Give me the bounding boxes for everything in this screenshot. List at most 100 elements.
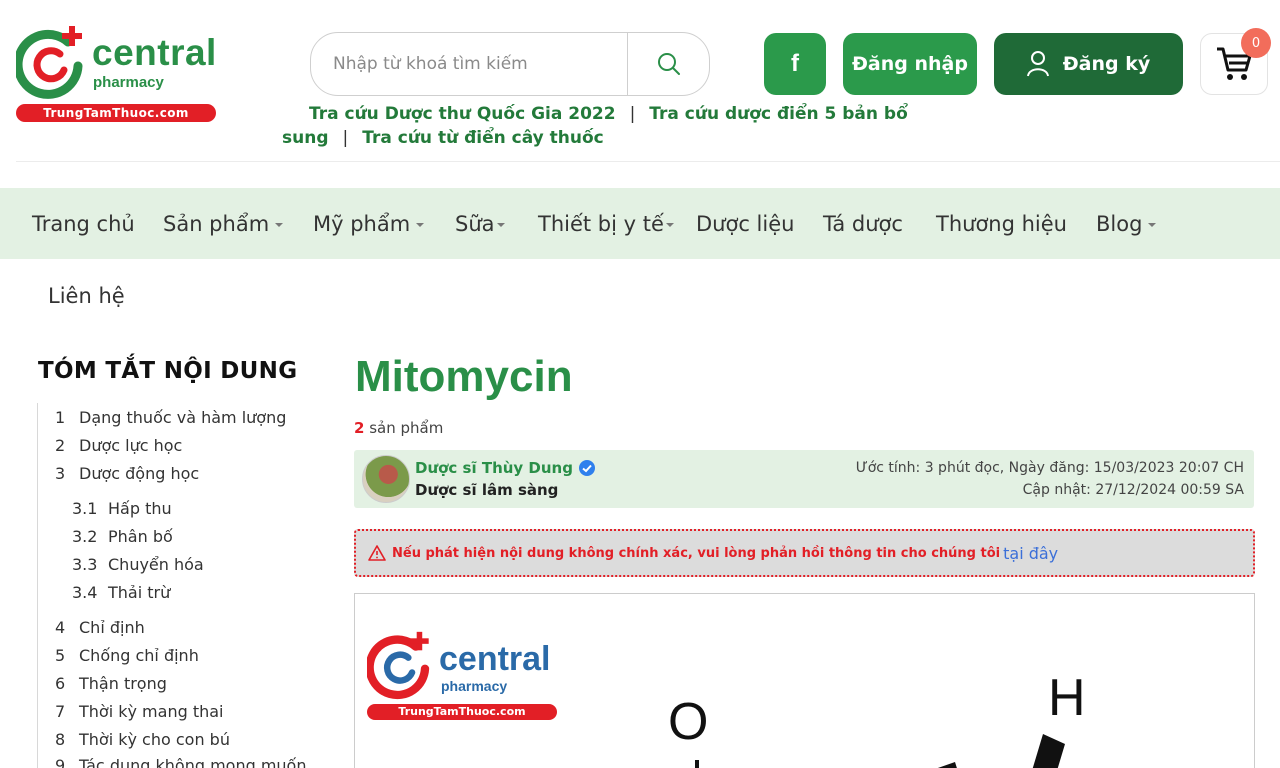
register-button[interactable]: Đăng ký bbox=[994, 33, 1183, 95]
site-logo[interactable]: central pharmacy TrungTamThuoc.com bbox=[16, 24, 216, 122]
search-icon bbox=[657, 53, 680, 75]
quick-link-separator: | bbox=[629, 104, 636, 124]
main-nav: Trang chủ Sản phẩm Mỹ phẩm Sữa Thiết bị … bbox=[0, 188, 1280, 259]
login-button[interactable]: Đăng nhập bbox=[843, 33, 977, 95]
nav-item-excipients[interactable]: Tá dược bbox=[823, 188, 903, 259]
toc-number: 3 bbox=[55, 464, 66, 483]
toc-number: 3.4 bbox=[72, 583, 98, 602]
author-role: Dược sĩ lâm sàng bbox=[415, 481, 559, 499]
read-info: Ước tính: 3 phút đọc, Ngày đăng: 15/03/2… bbox=[855, 460, 1244, 476]
toc-item[interactable]: 1 Dạng thuốc và hàm lượng bbox=[55, 408, 286, 427]
search-button[interactable] bbox=[627, 33, 709, 95]
toc-item[interactable]: 3 Dược động học bbox=[55, 464, 199, 483]
nav-item-blog[interactable]: Blog bbox=[1096, 188, 1157, 259]
toc-number: 9 bbox=[55, 756, 66, 768]
updated-date: Cập nhật: 27/12/2024 00:59 SA bbox=[1022, 482, 1244, 498]
warning-icon bbox=[368, 545, 386, 561]
nav-item-herbs[interactable]: Dược liệu bbox=[696, 188, 794, 259]
toc-number: 1 bbox=[55, 408, 66, 427]
toc-label: Thời kỳ cho con bú bbox=[79, 730, 230, 749]
toc-subitem[interactable]: 3.2 Phân bố bbox=[72, 527, 173, 546]
toc-label: Chuyển hóa bbox=[108, 555, 204, 574]
nav-label: Thiết bị y tế bbox=[538, 211, 664, 236]
toc-item[interactable]: 8 Thời kỳ cho con bú bbox=[55, 730, 230, 749]
product-count-number: 2 bbox=[354, 419, 365, 437]
logo-brand: central bbox=[92, 32, 217, 73]
avatar[interactable] bbox=[362, 455, 410, 503]
chevron-down-icon bbox=[275, 222, 284, 227]
nav-label: Tá dược bbox=[823, 211, 903, 236]
central-logo-icon bbox=[16, 26, 83, 99]
nav-label: Thương hiệu bbox=[936, 211, 1067, 236]
logo-sub: pharmacy bbox=[93, 74, 164, 91]
feedback-link[interactable]: tại đây bbox=[1003, 544, 1058, 563]
toc-number: 3.1 bbox=[72, 499, 98, 518]
cart-count-badge: 0 bbox=[1241, 28, 1271, 58]
verified-icon bbox=[578, 460, 595, 476]
cart-button[interactable]: 0 bbox=[1200, 28, 1271, 95]
nav-item-brands[interactable]: Thương hiệu bbox=[936, 188, 1067, 259]
nav-label: Trang chủ bbox=[32, 211, 135, 236]
nav-label: Blog bbox=[1096, 211, 1143, 236]
quick-link-cay-thuoc[interactable]: Tra cứu từ điển cây thuốc bbox=[362, 128, 604, 148]
toc-label: Chỉ định bbox=[79, 618, 145, 637]
chevron-down-icon bbox=[416, 222, 425, 227]
toc-label: Thải trừ bbox=[108, 583, 171, 602]
notice-text: Nếu phát hiện nội dung không chính xác, … bbox=[392, 545, 1001, 561]
toc-subitem[interactable]: 3.4 Thải trừ bbox=[72, 583, 170, 602]
toc-number: 8 bbox=[55, 730, 66, 749]
toc-number: 3.3 bbox=[72, 555, 98, 574]
structure-image: central pharmacy TrungTamThuoc.com O H bbox=[354, 593, 1255, 768]
toc-number: 5 bbox=[55, 646, 66, 665]
user-icon bbox=[1026, 51, 1049, 77]
toc-subitem[interactable]: 3.1 Hấp thu bbox=[72, 499, 172, 518]
nav-item-cosmetics[interactable]: Mỹ phẩm bbox=[313, 188, 425, 259]
nav-item-milk[interactable]: Sữa bbox=[455, 188, 505, 259]
quick-links: Tra cứu Dược thư Quốc Gia 2022 | Tra cứu d… bbox=[282, 102, 1012, 150]
toc-label: Dược động học bbox=[79, 464, 200, 483]
nav-item-products[interactable]: Sản phẩm bbox=[163, 188, 284, 259]
login-label: Đăng nhập bbox=[852, 53, 968, 75]
toc-item[interactable]: 6 Thận trọng bbox=[55, 674, 167, 693]
author-name: Dược sĩ Thùy Dung bbox=[415, 459, 573, 477]
toc-label: Chống chỉ định bbox=[79, 646, 199, 665]
toc-number: 4 bbox=[55, 618, 66, 637]
chevron-down-icon bbox=[496, 222, 505, 227]
nav-item-contact[interactable]: Liên hệ bbox=[48, 284, 125, 308]
feedback-notice: Nếu phát hiện nội dung không chính xác, … bbox=[354, 529, 1255, 577]
article-meta: Ước tính: 3 phút đọc, Ngày đăng: 15/03/2… bbox=[856, 457, 1244, 501]
author-box: Dược sĩ Thùy Dung Dược sĩ lâm sàng Ước t… bbox=[354, 450, 1254, 508]
quick-link-separator: | bbox=[342, 128, 349, 148]
toc-item[interactable]: 7 Thời kỳ mang thai bbox=[55, 702, 224, 721]
toc-item[interactable]: 5 Chống chỉ định bbox=[55, 646, 199, 665]
facebook-button[interactable]: f bbox=[764, 33, 826, 95]
toc-divider bbox=[37, 403, 38, 768]
toc-number: 6 bbox=[55, 674, 66, 693]
search-input[interactable] bbox=[311, 33, 627, 95]
toc-label: Thận trọng bbox=[79, 674, 167, 693]
chevron-down-icon bbox=[665, 222, 674, 227]
toc-subitem[interactable]: 3.3 Chuyển hóa bbox=[72, 555, 204, 574]
register-label: Đăng ký bbox=[1062, 53, 1151, 75]
header-divider bbox=[16, 161, 1280, 162]
product-count[interactable]: 2 sản phẩm bbox=[354, 419, 443, 437]
search-bar bbox=[310, 32, 710, 96]
nav-item-medical-devices[interactable]: Thiết bị y tế bbox=[538, 188, 674, 259]
author-name-row[interactable]: Dược sĩ Thùy Dung bbox=[415, 459, 595, 477]
toc-label: Tác dụng không mong muốn bbox=[79, 756, 307, 768]
toc-label: Phân bố bbox=[108, 527, 173, 546]
molecule-bonds bbox=[695, 734, 1065, 768]
logo-tagline: TrungTamThuoc.com bbox=[16, 104, 216, 122]
facebook-icon: f bbox=[791, 50, 799, 77]
toc-item[interactable]: 9 Tác dụng không mong muốn bbox=[55, 756, 306, 768]
toc-label: Thời kỳ mang thai bbox=[79, 702, 224, 721]
nav-label: Sữa bbox=[455, 211, 495, 236]
nav-item-home[interactable]: Trang chủ bbox=[32, 188, 135, 259]
toc-item[interactable]: 4 Chỉ định bbox=[55, 618, 145, 637]
chevron-down-icon bbox=[1148, 222, 1157, 227]
quick-link-duoc-thu[interactable]: Tra cứu Dược thư Quốc Gia 2022 bbox=[309, 104, 616, 124]
toc-label: Dạng thuốc và hàm lượng bbox=[79, 408, 287, 427]
toc-item[interactable]: 2 Dược lực học bbox=[55, 436, 182, 455]
nav-label: Dược liệu bbox=[696, 211, 795, 236]
toc-number: 2 bbox=[55, 436, 66, 455]
